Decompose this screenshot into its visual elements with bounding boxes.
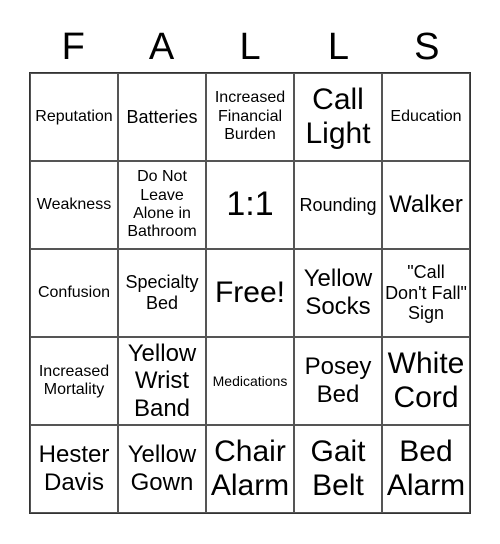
header-letter: A (148, 26, 175, 68)
bingo-cell[interactable]: Specialty Bed (118, 249, 206, 337)
header-letter: L (239, 26, 261, 68)
bingo-header: F A L L S (29, 24, 471, 70)
bingo-cell[interactable]: Bed Alarm (382, 425, 470, 513)
bingo-cell[interactable]: Rounding (294, 161, 382, 249)
bingo-cell[interactable]: Do Not Leave Alone in Bathroom (118, 161, 206, 249)
bingo-cell[interactable]: Education (382, 73, 470, 161)
bingo-cell[interactable]: Call Light (294, 73, 382, 161)
free-space[interactable]: Free! (206, 249, 294, 337)
header-letter: F (61, 26, 85, 68)
bingo-cell[interactable]: Confusion (30, 249, 118, 337)
header-letter: S (414, 26, 440, 68)
bingo-cell[interactable]: Chair Alarm (206, 425, 294, 513)
bingo-cell[interactable]: White Cord (382, 337, 470, 425)
bingo-cell[interactable]: Increased Financial Burden (206, 73, 294, 161)
bingo-cell[interactable]: 1:1 (206, 161, 294, 249)
bingo-cell[interactable]: Posey Bed (294, 337, 382, 425)
bingo-cell[interactable]: Yellow Wrist Band (118, 337, 206, 425)
bingo-cell[interactable]: Hester Davis (30, 425, 118, 513)
bingo-cell[interactable]: Medications (206, 337, 294, 425)
bingo-cell[interactable]: Increased Mortality (30, 337, 118, 425)
bingo-cell[interactable]: Weakness (30, 161, 118, 249)
bingo-cell[interactable]: Batteries (118, 73, 206, 161)
bingo-cell[interactable]: Yellow Gown (118, 425, 206, 513)
bingo-cell[interactable]: "Call Don't Fall" Sign (382, 249, 470, 337)
header-letter: L (327, 26, 349, 68)
bingo-cell[interactable]: Yellow Socks (294, 249, 382, 337)
bingo-card: Reputation Batteries Increased Financial… (29, 72, 471, 514)
bingo-cell[interactable]: Reputation (30, 73, 118, 161)
bingo-cell[interactable]: Walker (382, 161, 470, 249)
bingo-cell[interactable]: Gait Belt (294, 425, 382, 513)
